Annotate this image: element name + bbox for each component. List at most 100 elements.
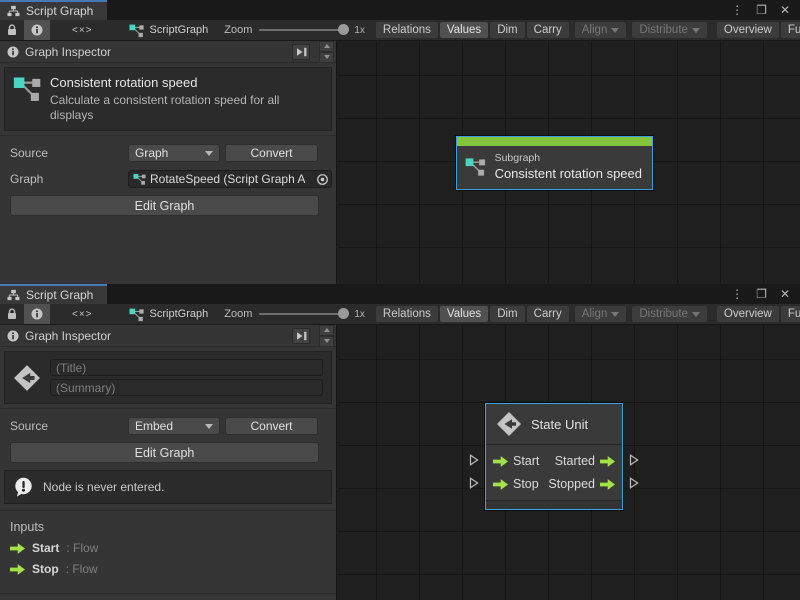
values-button[interactable]: Values [440, 22, 488, 38]
window-close-icon[interactable]: ✕ [780, 287, 790, 301]
code-view-button[interactable]: <×> [50, 20, 115, 40]
scroll-down-button[interactable] [319, 336, 334, 347]
state-unit-icon [13, 364, 41, 392]
title-input[interactable] [50, 359, 323, 376]
arrow-down-icon [324, 55, 330, 59]
graph-field-row: Graph RotateSpeed (Script Graph A [10, 170, 319, 188]
port-list-item: Start : Flow [10, 541, 336, 555]
relations-button[interactable]: Relations [376, 22, 438, 38]
graph-title-text: Consistent rotation speed [50, 75, 315, 90]
source-value: Graph [135, 146, 168, 160]
graph-inspector-title: Graph Inspector [25, 45, 111, 59]
node-color-bar [457, 137, 652, 146]
source-dropdown[interactable]: Embed [128, 417, 220, 435]
scroll-up-button[interactable] [319, 325, 334, 336]
window-controls: ⋮ ❐ ✕ [731, 0, 800, 20]
scroll-down-button[interactable] [319, 52, 334, 63]
external-input-port-icon[interactable] [469, 477, 479, 489]
source-dropdown[interactable]: Graph [128, 144, 220, 162]
inputs-header: Inputs [10, 520, 336, 534]
node-title-label: Consistent rotation speed [495, 166, 642, 181]
subgraph-node[interactable]: Subgraph Consistent rotation speed [456, 136, 653, 190]
dropdown-arrow-icon [611, 312, 619, 317]
flow-arrow-icon [600, 479, 615, 490]
edit-graph-button[interactable]: Edit Graph [10, 442, 319, 463]
zoom-slider[interactable] [259, 313, 347, 315]
dim-button[interactable]: Dim [490, 306, 524, 322]
graph-inspector-header: Graph Inspector [0, 41, 336, 63]
output-port[interactable]: Started [555, 454, 615, 468]
inspector-expand-button[interactable] [292, 44, 310, 60]
window-menu-icon[interactable]: ⋮ [731, 3, 743, 17]
flow-arrow-icon [10, 543, 25, 554]
flow-arrow-icon [10, 564, 25, 575]
summary-input[interactable] [50, 379, 323, 396]
script-graph-tab-icon [7, 5, 20, 17]
full-screen-button[interactable]: Full Screen [781, 22, 800, 38]
graph-canvas[interactable]: State Unit Start Started Stop [338, 325, 800, 600]
window-menu-icon[interactable]: ⋮ [731, 287, 743, 301]
full-screen-button[interactable]: Full Screen [781, 306, 800, 322]
graph-inspector-panel: Graph Inspector Source Embed [0, 325, 337, 600]
arrow-down-icon [324, 339, 330, 343]
zoom-slider-handle[interactable] [338, 24, 349, 35]
zoom-slider-handle[interactable] [338, 308, 349, 319]
object-picker-icon [316, 173, 329, 186]
lock-button[interactable] [0, 304, 24, 324]
input-port[interactable]: Stop [493, 477, 539, 491]
state-unit-node[interactable]: State Unit Start Started Stop [485, 403, 623, 510]
overview-button[interactable]: Overview [717, 22, 779, 38]
source-row: Source Embed Convert [10, 417, 319, 435]
node-port-row: Start Started [493, 451, 615, 471]
window-maximize-icon[interactable]: ❐ [756, 3, 767, 17]
warning-box: Node is never entered. [4, 470, 332, 504]
node-ports: Start Started Stop Stopped [486, 444, 622, 500]
external-output-port-icon[interactable] [629, 477, 639, 489]
lock-button[interactable] [0, 20, 24, 40]
window-close-icon[interactable]: ✕ [780, 3, 790, 17]
tab-script-graph[interactable]: Script Graph [0, 0, 107, 20]
inspector-toggle-button[interactable] [24, 304, 50, 324]
graph-canvas[interactable]: Subgraph Consistent rotation speed [338, 41, 800, 284]
node-kind-label: Subgraph [495, 152, 642, 164]
dropdown-arrow-icon [692, 28, 700, 33]
code-view-button[interactable]: <×> [50, 304, 115, 324]
output-port[interactable]: Stopped [548, 477, 615, 491]
inspector-toggle-button[interactable] [24, 20, 50, 40]
overview-button[interactable]: Overview [717, 306, 779, 322]
external-input-port-icon[interactable] [469, 454, 479, 466]
align-button: Align [575, 306, 627, 322]
dim-button[interactable]: Dim [490, 22, 524, 38]
info-icon [7, 330, 19, 342]
warning-text: Node is never entered. [43, 480, 164, 494]
object-picker-button[interactable] [316, 173, 329, 186]
graph-object-field[interactable]: RotateSpeed (Script Graph A [128, 170, 332, 188]
carry-button[interactable]: Carry [527, 306, 569, 322]
script-graph-tab-icon [7, 289, 20, 301]
input-port[interactable]: Start [493, 454, 539, 468]
values-button[interactable]: Values [440, 306, 488, 322]
port-name: Start [32, 541, 59, 555]
scroll-up-button[interactable] [319, 41, 334, 52]
carry-button[interactable]: Carry [527, 22, 569, 38]
distribute-button: Distribute [632, 306, 707, 322]
external-output-port-icon[interactable] [629, 454, 639, 466]
window-maximize-icon[interactable]: ❐ [756, 287, 767, 301]
inspector-expand-button[interactable] [292, 328, 310, 344]
port-label: Stopped [548, 477, 595, 491]
arrow-up-icon [324, 328, 330, 332]
convert-button[interactable]: Convert [225, 144, 318, 162]
zoom-label: Zoom [224, 24, 252, 36]
dropdown-arrow-icon [692, 312, 700, 317]
tab-script-graph[interactable]: Script Graph [0, 284, 107, 304]
convert-button[interactable]: Convert [225, 417, 318, 435]
relations-button[interactable]: Relations [376, 306, 438, 322]
divider [0, 135, 336, 136]
graph-info-box: Consistent rotation speed Calculate a co… [4, 67, 332, 131]
graph-toolbar: <×> ScriptGraph Zoom 1x Relations Values… [0, 20, 800, 41]
edit-graph-button[interactable]: Edit Graph [10, 195, 319, 216]
graph-icon [133, 173, 146, 185]
inspector-scrollbar [319, 41, 334, 63]
zoom-slider[interactable] [259, 29, 347, 31]
port-name: Stop [32, 562, 59, 576]
